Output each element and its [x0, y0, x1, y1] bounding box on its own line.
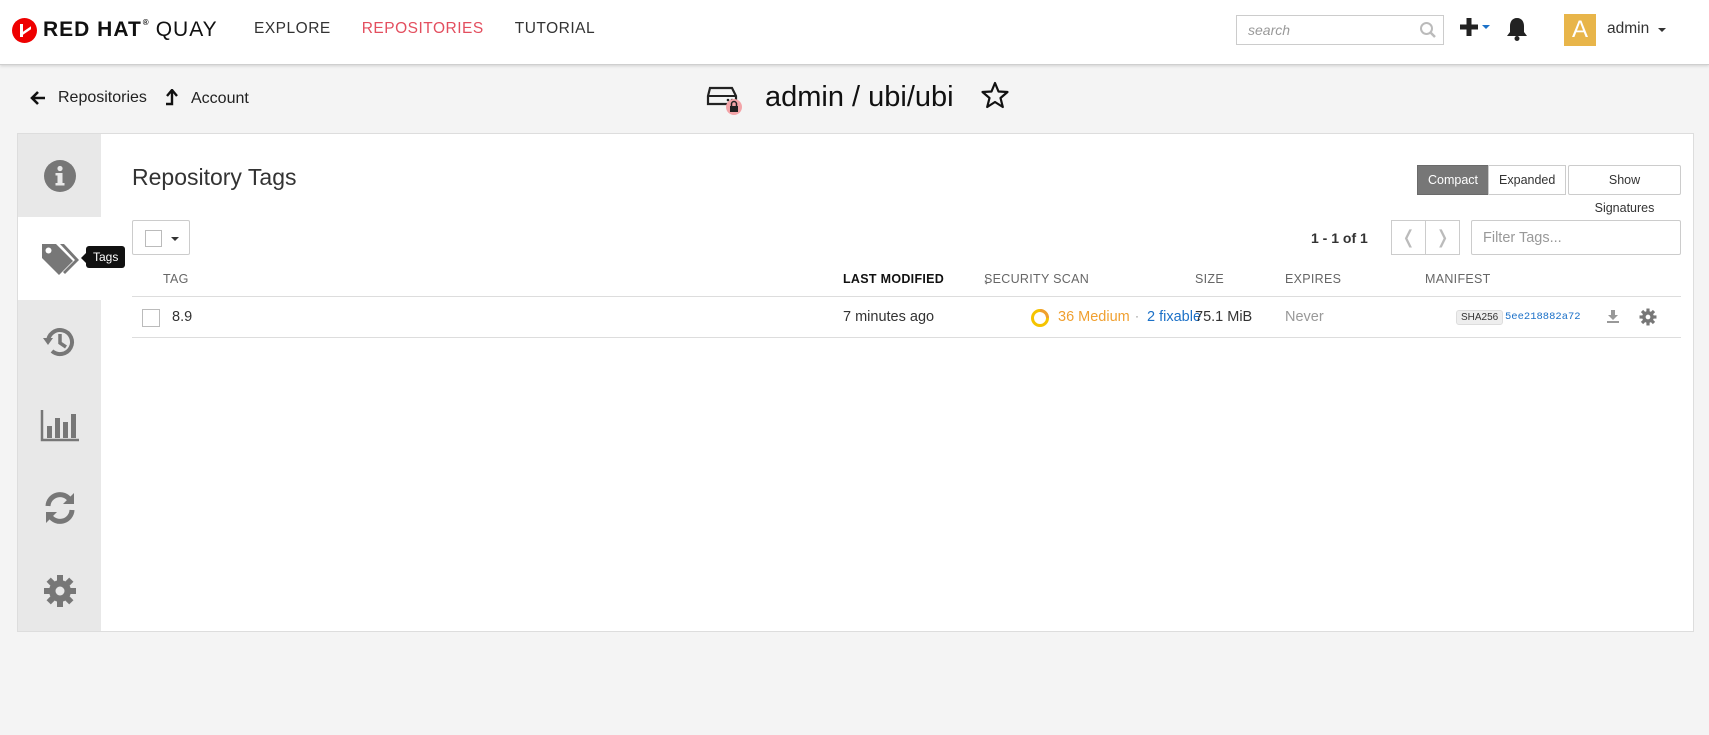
section-title: Repository Tags	[132, 164, 297, 190]
sidebar-item-usage[interactable]	[18, 383, 101, 466]
avatar[interactable]: A	[1564, 14, 1596, 46]
user-caret-icon[interactable]	[1658, 28, 1666, 32]
expanded-view-button[interactable]: Expanded	[1488, 165, 1567, 195]
tag-options-gear-icon[interactable]	[1639, 308, 1657, 331]
table-header: TAG LAST MODIFIED ↓ SECURITY SCAN SIZE E…	[132, 262, 1681, 297]
repository-header: admin / ubi/ubi	[706, 80, 1010, 115]
top-navbar: RED HAT® QUAY EXPLORE REPOSITORIES TUTOR…	[0, 0, 1709, 65]
account-link[interactable]: Account	[165, 89, 249, 109]
red-hat-quay-logo[interactable]: RED HAT® QUAY	[12, 17, 218, 43]
column-tag[interactable]: TAG	[163, 272, 189, 286]
private-repository-icon	[706, 80, 742, 115]
select-all-checkbox[interactable]	[145, 230, 162, 247]
next-page-button[interactable]: ❭	[1425, 220, 1460, 255]
show-signatures-button[interactable]: Show Signatures	[1568, 165, 1681, 215]
download-icon[interactable]	[1606, 309, 1620, 328]
page-title: admin / ubi/ubi	[765, 80, 954, 113]
last-modified: 7 minutes ago	[843, 309, 935, 325]
repository-panel: Tags Repository Tags Compact Expanded Sh…	[17, 133, 1694, 632]
notifications-bell-icon[interactable]	[1506, 17, 1528, 46]
manifest-digest-link[interactable]: 5ee218882a72	[1505, 311, 1581, 323]
nav-tutorial[interactable]: TUTORIAL	[515, 20, 595, 38]
vulnerability-summary[interactable]: 36 Medium	[1058, 309, 1130, 325]
red-hat-logo-icon	[12, 17, 37, 43]
tag-name: 8.9	[172, 309, 193, 325]
select-all-dropdown[interactable]	[132, 220, 190, 255]
star-icon[interactable]	[980, 81, 1010, 114]
sidebar-tooltip: Tags	[80, 246, 126, 268]
row-checkbox[interactable]	[142, 309, 160, 327]
usage-chart-icon	[40, 409, 79, 441]
column-manifest[interactable]: MANIFEST	[1425, 272, 1491, 286]
arrow-up-icon	[166, 89, 178, 106]
nav-explore[interactable]: EXPLORE	[254, 20, 331, 38]
settings-icon	[43, 574, 76, 607]
tags-icon	[41, 243, 79, 275]
compact-view-button[interactable]: Compact	[1417, 165, 1490, 195]
search-icon[interactable]	[1419, 21, 1437, 44]
main-nav: EXPLORE REPOSITORIES TUTORIAL	[254, 20, 626, 38]
pagination-count: 1 - 1 of 1	[1311, 230, 1368, 246]
column-last-modified[interactable]: LAST MODIFIED	[843, 272, 944, 286]
scan-separator: ·	[1135, 309, 1139, 323]
manifest-algo-badge: SHA256	[1456, 310, 1504, 325]
chevron-down-icon	[1482, 25, 1490, 29]
fixable-link[interactable]: 2 fixable	[1147, 309, 1201, 325]
repo-sidebar	[18, 134, 101, 631]
prev-page-button[interactable]: ❬	[1391, 220, 1426, 255]
search-input[interactable]	[1237, 16, 1407, 44]
search-box	[1236, 15, 1444, 45]
chevron-down-icon	[171, 237, 179, 241]
tag-size: 75.1 MiB	[1195, 309, 1253, 325]
sidebar-item-settings[interactable]	[18, 549, 101, 632]
filter-tags-box	[1471, 220, 1681, 255]
column-expires[interactable]: EXPIRES	[1285, 272, 1341, 286]
sidebar-item-mirroring[interactable]	[18, 466, 101, 549]
back-to-repositories-link[interactable]: Repositories	[30, 89, 147, 107]
scan-status-icon	[1030, 308, 1050, 333]
create-new-button[interactable]	[1459, 17, 1491, 37]
mirroring-icon	[45, 491, 74, 524]
filter-tags-input[interactable]	[1472, 221, 1672, 254]
sidebar-item-history[interactable]	[18, 300, 101, 383]
view-toggle: Compact Expanded	[1417, 165, 1567, 195]
history-icon	[42, 327, 74, 356]
user-menu[interactable]: admin	[1607, 20, 1649, 38]
column-security-scan[interactable]: SECURITY SCAN	[984, 272, 1089, 286]
arrow-left-icon	[30, 91, 45, 105]
sidebar-item-info[interactable]	[18, 134, 101, 217]
nav-repositories[interactable]: REPOSITORIES	[362, 20, 484, 38]
pagination: ❬ ❭	[1391, 220, 1460, 255]
tag-expires[interactable]: Never	[1285, 309, 1324, 325]
table-row: 8.9 7 minutes ago 36 Medium · 2 fixable …	[132, 297, 1681, 338]
column-size[interactable]: SIZE	[1195, 272, 1224, 286]
plus-icon	[1460, 18, 1478, 36]
info-icon	[43, 159, 76, 192]
